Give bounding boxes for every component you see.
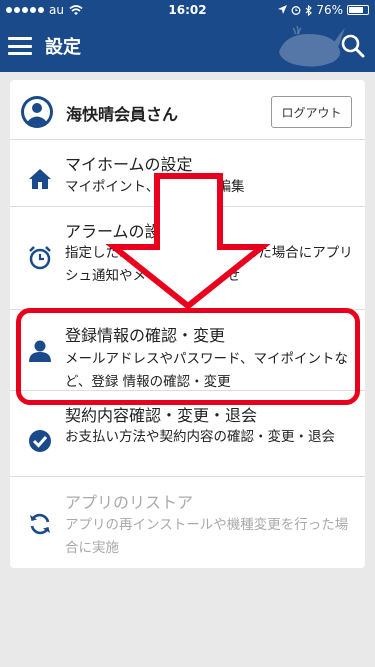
- menu-item-restore[interactable]: アプリのリストア アプリの再インストールや機種変更を行った場合に実施: [10, 478, 365, 566]
- hamburger-menu-icon[interactable]: [8, 37, 32, 55]
- menu-item-desc: 指定したエリ ィションが変化した場合にアプリ シュ通知やメールでお知らせ: [65, 245, 353, 284]
- search-icon[interactable]: [339, 32, 367, 60]
- page-title: 設定: [45, 37, 81, 58]
- app-header: 設定: [0, 20, 375, 72]
- carrier-label: au: [49, 3, 64, 17]
- settings-card: 海快晴会員さん ログアウト マイホームの設定 マイポイント、ス ールの編集 アラ…: [10, 80, 365, 568]
- check-circle-icon: [29, 430, 51, 452]
- menu-item-title: アラームの設: [65, 222, 161, 241]
- clock: 16:02: [168, 3, 207, 17]
- battery-icon: [347, 5, 369, 15]
- menu-item-title: 契約内容確認・変更・退会: [65, 406, 258, 425]
- menu-item-contract[interactable]: 契約内容確認・変更・退会 お支払い方法や契約内容の確認・変更・退会: [10, 392, 365, 477]
- menu-item-title: アプリのリストア: [65, 493, 194, 512]
- menu-item-desc: お支払い方法や契約内容の確認・変更・退会: [65, 429, 335, 445]
- menu-item-title: 登録情報の確認・変更: [65, 326, 226, 345]
- member-row: 海快晴会員さん ログアウト: [10, 80, 365, 140]
- bluetooth-icon: [305, 4, 313, 16]
- signal-icon: [6, 7, 44, 13]
- whale-logo-icon: [279, 25, 345, 67]
- person-icon: [29, 340, 51, 362]
- menu-item-desc: メールアドレスやパスワード、マイポイントなど、登録 情報の確認・変更: [65, 351, 348, 390]
- avatar: [21, 96, 53, 128]
- refresh-icon: [30, 513, 50, 535]
- battery-percent: 76%: [316, 3, 343, 17]
- menu-item-title: マイホームの設定: [65, 155, 193, 174]
- location-icon: [278, 5, 288, 14]
- menu-item-registration[interactable]: 登録情報の確認・変更 メールアドレスやパスワード、マイポイントなど、登録 情報の…: [10, 311, 365, 391]
- menu-item-desc: アプリの再インストールや機種変更を行った場合に実施: [65, 517, 349, 556]
- menu-item-myhome[interactable]: マイホームの設定 マイポイント、ス ールの編集: [10, 141, 365, 207]
- menu-item-alarm[interactable]: アラームの設 指定したエリ ィションが変化した場合にアプリ シュ通知やメールでお…: [10, 208, 365, 310]
- home-icon: [29, 169, 51, 189]
- logout-button[interactable]: ログアウト: [271, 96, 352, 128]
- menu-item-desc: マイポイント、ス ールの編集: [65, 179, 245, 195]
- alarm-clock-icon: [29, 246, 51, 270]
- member-name: 海快晴会員さん: [66, 105, 179, 124]
- alarm-icon: [291, 6, 301, 15]
- status-bar: au 16:02 76%: [0, 0, 375, 20]
- wifi-icon: [69, 4, 83, 15]
